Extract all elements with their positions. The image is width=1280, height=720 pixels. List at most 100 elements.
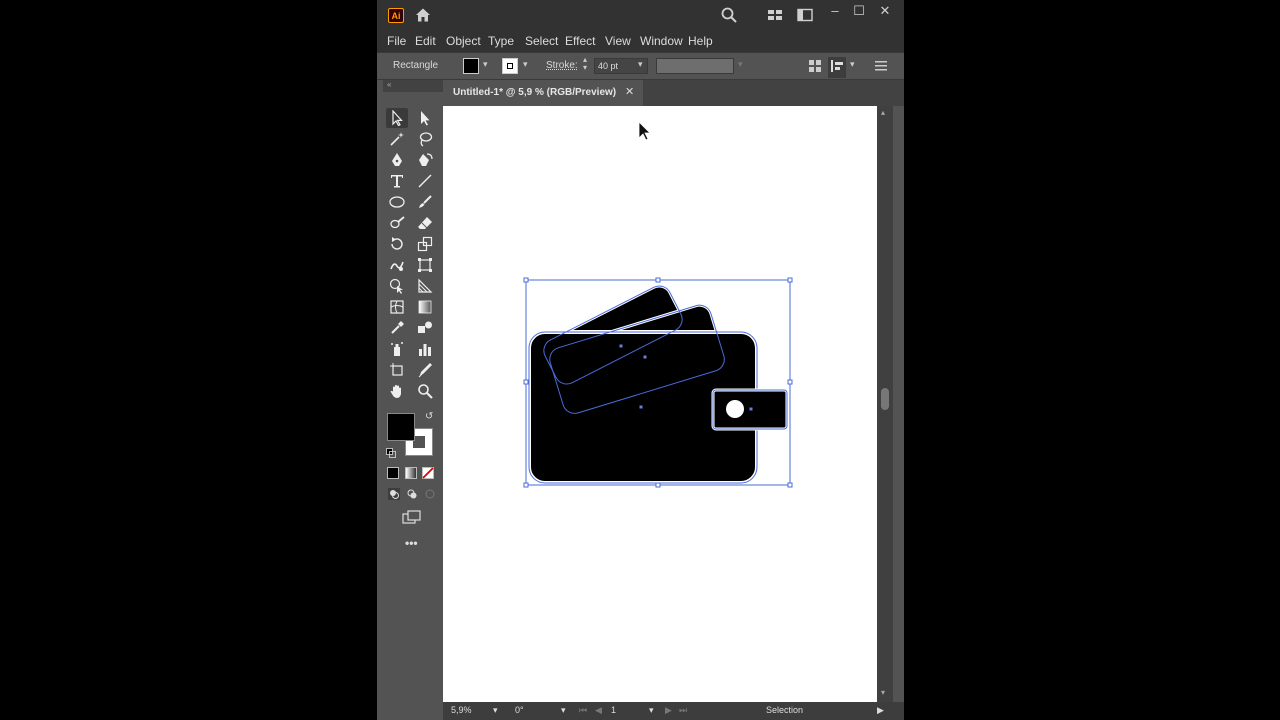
minimize-icon[interactable]: – xyxy=(826,4,844,18)
artboard-tool-icon[interactable] xyxy=(386,360,408,380)
close-tab-icon[interactable]: ✕ xyxy=(625,85,634,98)
eraser-tool-icon[interactable] xyxy=(414,213,436,233)
column-graph-tool-icon[interactable] xyxy=(414,339,436,359)
zoom-level[interactable]: 5,9% xyxy=(451,705,472,715)
zoom-tool-icon[interactable] xyxy=(414,381,436,401)
panel-menu-icon[interactable] xyxy=(874,59,888,76)
stroke-weight-dropdown-icon[interactable]: ▾ xyxy=(638,59,648,71)
menu-file[interactable]: File xyxy=(387,34,406,48)
curvature-tool-icon[interactable] xyxy=(414,150,436,170)
mesh-tool-icon[interactable] xyxy=(386,297,408,317)
menu-window[interactable]: Window xyxy=(640,34,683,48)
artboard-number[interactable]: 1 xyxy=(611,705,616,715)
first-artboard-icon[interactable]: ⏮ xyxy=(579,705,587,716)
clasp-button[interactable] xyxy=(726,400,744,418)
perspective-grid-tool-icon[interactable] xyxy=(414,276,436,296)
artboard-dropdown-icon[interactable]: ▾ xyxy=(649,705,654,716)
swap-fill-stroke-icon[interactable]: ↺ xyxy=(425,411,433,422)
tools-panel: « ↺ ••• xyxy=(383,80,443,720)
mouse-cursor-icon xyxy=(638,121,651,141)
scroll-up-icon[interactable]: ▴ xyxy=(881,108,885,117)
color-mode-icon[interactable] xyxy=(387,467,399,479)
menu-view[interactable]: View xyxy=(605,34,631,48)
selection-tool-icon[interactable] xyxy=(386,108,408,128)
menu-select[interactable]: Select xyxy=(525,34,558,48)
center-point xyxy=(639,405,643,409)
workspace-icon[interactable] xyxy=(796,6,814,24)
close-icon[interactable]: ✕ xyxy=(876,4,894,18)
shaper-tool-icon[interactable] xyxy=(386,213,408,233)
lasso-tool-icon[interactable] xyxy=(414,129,436,149)
variable-width-field[interactable] xyxy=(656,58,734,74)
home-icon[interactable] xyxy=(414,6,432,24)
status-menu-icon[interactable]: ▶ xyxy=(877,705,884,716)
transform-dropdown-icon[interactable]: ▾ xyxy=(850,59,860,71)
hand-tool-icon[interactable] xyxy=(386,381,408,401)
vertical-scrollbar[interactable]: ▴ ▾ xyxy=(877,106,893,702)
paintbrush-tool-icon[interactable] xyxy=(414,192,436,212)
symbol-sprayer-tool-icon[interactable] xyxy=(386,339,408,359)
pen-tool-icon[interactable] xyxy=(386,150,408,170)
scale-tool-icon[interactable] xyxy=(414,234,436,254)
rotation-value[interactable]: 0° xyxy=(515,705,524,715)
default-colors-icon[interactable] xyxy=(386,447,396,458)
menu-object[interactable]: Object xyxy=(446,34,481,48)
app-logo: Ai xyxy=(388,8,404,23)
arrange-documents-icon[interactable] xyxy=(766,6,784,24)
zoom-dropdown-icon[interactable]: ▾ xyxy=(493,705,498,716)
line-segment-tool-icon[interactable] xyxy=(414,171,436,191)
magic-wand-tool-icon[interactable] xyxy=(386,129,408,149)
draw-inside-icon[interactable] xyxy=(424,488,436,500)
screen-mode-icon[interactable] xyxy=(402,510,422,524)
document-tab[interactable]: Untitled-1* @ 5,9 % (RGB/Preview) ✕ xyxy=(443,80,643,106)
illustrator-window: Ai – ☐ ✕ File Edit Object Type Select Ef… xyxy=(377,0,904,720)
collapse-panel-icon[interactable]: « xyxy=(383,80,443,92)
maximize-icon[interactable]: ☐ xyxy=(850,4,868,18)
next-artboard-icon[interactable]: ▶ xyxy=(665,705,672,716)
transform-icon[interactable] xyxy=(828,57,846,78)
edit-toolbar-icon[interactable]: ••• xyxy=(405,536,418,550)
shape-builder-tool-icon[interactable] xyxy=(386,276,408,296)
warp-tool-icon[interactable] xyxy=(386,255,408,275)
last-artboard-icon[interactable]: ⏭ xyxy=(679,705,687,716)
fill-swatch[interactable] xyxy=(463,58,479,74)
none-mode-icon[interactable] xyxy=(422,467,434,479)
free-transform-tool-icon[interactable] xyxy=(414,255,436,275)
object-type-label: Rectangle xyxy=(393,60,439,71)
artboard[interactable] xyxy=(443,106,877,702)
type-tool-icon[interactable] xyxy=(386,171,408,191)
rotation-dropdown-icon[interactable]: ▾ xyxy=(561,705,566,716)
artwork[interactable] xyxy=(443,106,877,702)
gradient-tool-icon[interactable] xyxy=(414,297,436,317)
document-tab-title[interactable]: Untitled-1* @ 5,9 % (RGB/Preview) xyxy=(453,87,616,98)
stroke-stepper-icon[interactable]: ▴ ▾ xyxy=(583,56,593,72)
stroke-dropdown-icon[interactable]: ▾ xyxy=(523,59,533,71)
previous-artboard-icon[interactable]: ◀ xyxy=(595,705,602,716)
ellipse-tool-icon[interactable] xyxy=(386,192,408,212)
variable-width-dropdown-icon[interactable]: ▾ xyxy=(738,59,748,71)
align-icon[interactable] xyxy=(808,59,822,76)
fill-dropdown-icon[interactable]: ▾ xyxy=(483,59,493,71)
scroll-down-icon[interactable]: ▾ xyxy=(881,688,885,697)
center-point xyxy=(749,407,753,411)
scroll-thumb[interactable] xyxy=(881,388,889,410)
document-tab-bar: Untitled-1* @ 5,9 % (RGB/Preview) ✕ xyxy=(443,80,904,106)
stroke-label[interactable]: Stroke: xyxy=(546,60,578,71)
stroke-swatch[interactable] xyxy=(502,58,518,74)
menu-type[interactable]: Type xyxy=(488,34,514,48)
draw-normal-icon[interactable] xyxy=(388,488,400,500)
menu-edit[interactable]: Edit xyxy=(415,34,436,48)
slice-tool-icon[interactable] xyxy=(414,360,436,380)
rotate-tool-icon[interactable] xyxy=(386,234,408,254)
direct-selection-tool-icon[interactable] xyxy=(414,108,436,128)
menu-effect[interactable]: Effect xyxy=(565,34,595,48)
fill-color-front[interactable] xyxy=(387,413,415,441)
control-bar: Rectangle ▾ ▾ Stroke: ▴ ▾ 40 pt ▾ ▾ ▾ xyxy=(377,52,904,80)
draw-behind-icon[interactable] xyxy=(406,488,418,500)
search-icon[interactable] xyxy=(720,6,738,24)
gradient-mode-icon[interactable] xyxy=(405,467,417,479)
menu-help[interactable]: Help xyxy=(688,34,713,48)
blend-tool-icon[interactable] xyxy=(414,318,436,338)
current-tool-label[interactable]: Selection xyxy=(766,705,803,715)
eyedropper-tool-icon[interactable] xyxy=(386,318,408,338)
